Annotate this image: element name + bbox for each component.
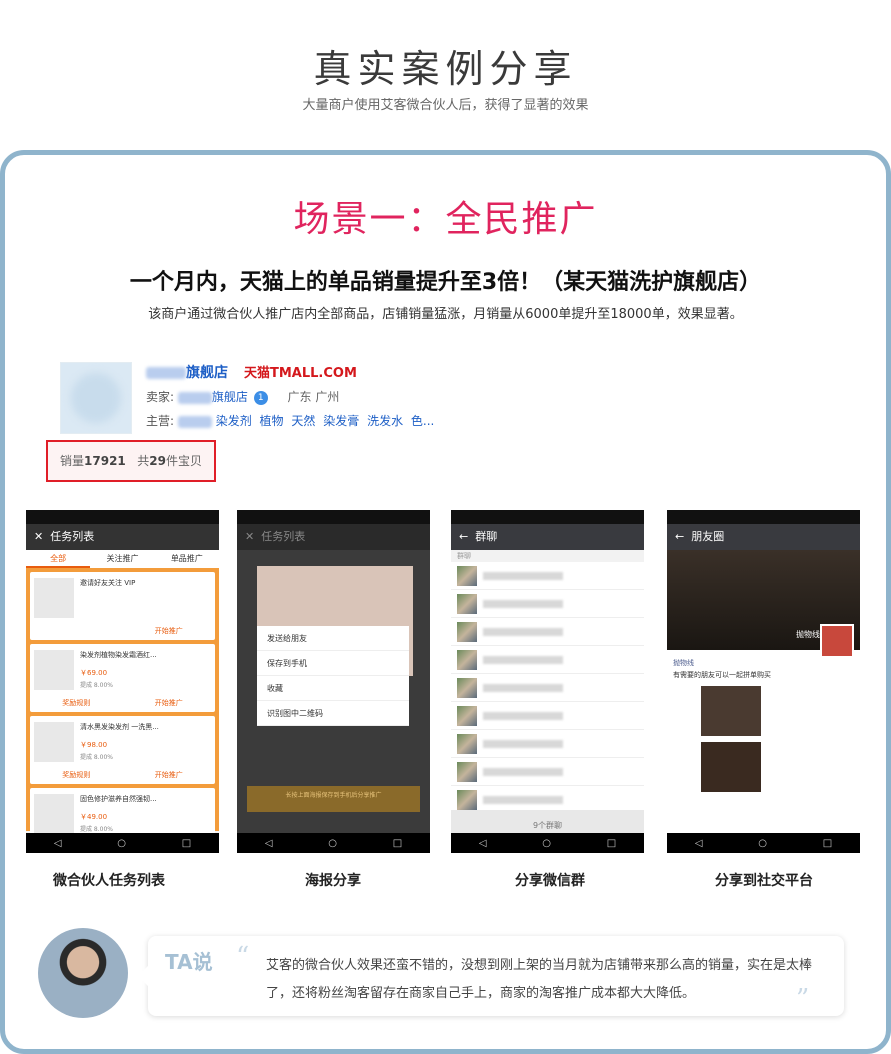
list-item[interactable]	[451, 646, 644, 674]
share-menu: 发送给朋友 保存到手机 收藏 识别图中二维码	[257, 626, 409, 726]
phone-caption: 分享微信群	[515, 873, 585, 889]
moments-post: 抛物线 有需要的朋友可以一起拼单购买	[673, 659, 771, 679]
main-category-row: 主营: 染发剂 植物 天然 染发膏 洗发水 色...	[146, 414, 435, 428]
group-avatar	[457, 622, 477, 642]
list-item[interactable]: 染发剂植物染发霜酒红... ￥69.00 提成 8.00% 奖励规则 开始推广	[30, 644, 215, 712]
menu-item-send-friend[interactable]: 发送给朋友	[257, 626, 409, 651]
group-avatar	[457, 762, 477, 782]
case-headline: 一个月内，天猫上的单品销量提升至3倍！（某天猫洗护旗舰店）	[129, 270, 762, 295]
verified-badge-icon: 1	[253, 390, 268, 405]
android-navbar: ◁ ○ □	[451, 833, 644, 853]
product-image	[34, 722, 74, 762]
product-image	[34, 650, 74, 690]
page-title: 真实案例分享	[313, 47, 578, 91]
phone-screenshot-wechat-groups: ← 群聊 群聊 9个群聊 ◁ ○ □	[451, 510, 644, 853]
list-item[interactable]	[451, 562, 644, 590]
menu-item-favorite[interactable]: 收藏	[257, 676, 409, 701]
case-description: 该商户通过微合伙人推广店内全部商品，店铺销量猛涨，月销量从6000单提升至180…	[148, 307, 743, 322]
tab-follow[interactable]: 关注推广	[90, 550, 154, 568]
post-image[interactable]	[701, 742, 761, 792]
shop-name[interactable]: 旗舰店	[146, 362, 228, 382]
blurred-text	[146, 367, 186, 379]
android-navbar: ◁ ○ □	[26, 833, 219, 853]
shop-logo-image	[60, 362, 132, 434]
testimonial-text: 艾客的微合伙人效果还蛮不错的，没想到刚上架的当月就为店铺带来那么高的销量，实在是…	[266, 958, 813, 1001]
list-item[interactable]	[451, 758, 644, 786]
phone-caption: 微合伙人任务列表	[53, 873, 165, 889]
group-avatar	[457, 594, 477, 614]
list-item[interactable]	[451, 702, 644, 730]
poster-tip-banner: 长按上面海报保存到手机后分享推广	[247, 786, 420, 812]
start-promo-button[interactable]: 开始推广	[123, 626, 216, 636]
category-tag[interactable]: 染发膏	[323, 414, 359, 428]
testimonial-avatar	[38, 928, 128, 1018]
product-image	[34, 578, 74, 618]
status-bar	[451, 510, 644, 524]
group-avatar	[457, 650, 477, 670]
start-promo-button[interactable]: 开始推广	[123, 770, 216, 780]
phone-screenshot-moments: ← 朋友圈 抛物线 抛物线 有需要的朋友可以一起拼单购买 ◁ ○ □	[667, 510, 860, 853]
phone-caption: 分享到社交平台	[715, 873, 813, 889]
task-list: 邀请好友关注 VIP 开始推广 染发剂植物染发霜酒红... ￥69.00 提成 …	[26, 568, 219, 840]
list-item[interactable]	[451, 674, 644, 702]
app-titlebar: ✕ 任务列表	[237, 524, 430, 550]
moments-cover-image: 抛物线	[667, 550, 860, 658]
category-tag[interactable]: 色...	[411, 414, 434, 428]
shop-region: 广东 广州	[287, 390, 340, 404]
menu-item-save-phone[interactable]: 保存到手机	[257, 651, 409, 676]
phone-screenshot-poster-share: ✕ 任务列表 发送给朋友 保存到手机 收藏 识别图中二维码 长按上面海报保存到手…	[237, 510, 430, 853]
task-tabs: 全部 关注推广 单品推广	[26, 550, 219, 568]
status-bar	[667, 510, 860, 524]
group-avatar	[457, 734, 477, 754]
status-bar	[237, 510, 430, 524]
tab-single[interactable]: 单品推广	[155, 550, 219, 568]
tmall-logo: 天猫TMALL.COM	[244, 366, 357, 381]
group-avatar	[457, 706, 477, 726]
category-tag[interactable]: 天然	[291, 414, 315, 428]
phone-caption: 海报分享	[305, 873, 361, 889]
status-bar	[26, 510, 219, 524]
list-item[interactable]	[451, 730, 644, 758]
group-avatar	[457, 790, 477, 810]
category-tag[interactable]: 洗发水	[367, 414, 403, 428]
list-item[interactable]: 邀请好友关注 VIP 开始推广	[30, 572, 215, 640]
app-titlebar: ← 群聊	[451, 524, 644, 550]
page-subtitle: 大量商户使用艾客微合伙人后，获得了显著的效果	[302, 98, 589, 113]
reward-rules-button[interactable]: 奖励规则	[30, 770, 123, 780]
tab-all[interactable]: 全部	[26, 550, 91, 568]
product-image	[34, 794, 74, 834]
seller-link[interactable]: 旗舰店	[177, 390, 248, 404]
phone-screenshot-task-list: ✕ 任务列表 全部 关注推广 单品推广 邀请好友关注 VIP 开始推广 染发剂植…	[26, 510, 219, 853]
list-item[interactable]: 清水黑发染发剂 一洗黑... ￥98.00 提成 8.00% 奖励规则 开始推广	[30, 716, 215, 784]
list-item[interactable]	[451, 590, 644, 618]
group-avatar	[457, 678, 477, 698]
sales-count: 17921	[84, 454, 126, 468]
group-avatar	[457, 566, 477, 586]
scene-title: 场景一：全民推广	[293, 199, 598, 240]
app-titlebar: ← 朋友圈	[667, 524, 860, 550]
category-tag[interactable]: 染发剂	[216, 414, 252, 428]
open-quote-icon: “	[236, 942, 250, 972]
item-count: 29	[149, 454, 166, 468]
reward-rules-button[interactable]: 奖励规则	[30, 698, 123, 708]
app-titlebar: ✕ 任务列表	[26, 524, 219, 550]
android-navbar: ◁ ○ □	[667, 833, 860, 853]
android-navbar: ◁ ○ □	[237, 833, 430, 853]
start-promo-button[interactable]: 开始推广	[123, 698, 216, 708]
category-tag[interactable]: 植物	[260, 414, 284, 428]
testimonial-label: TA说	[165, 950, 213, 974]
post-image[interactable]	[701, 686, 761, 736]
sales-stats-box: 销量17921 共29件宝贝	[46, 440, 216, 482]
menu-item-scan-qr[interactable]: 识别图中二维码	[257, 701, 409, 726]
list-item[interactable]	[451, 618, 644, 646]
seller-row: 卖家: 旗舰店 1 广东 广州	[146, 390, 340, 405]
avatar	[820, 624, 854, 658]
